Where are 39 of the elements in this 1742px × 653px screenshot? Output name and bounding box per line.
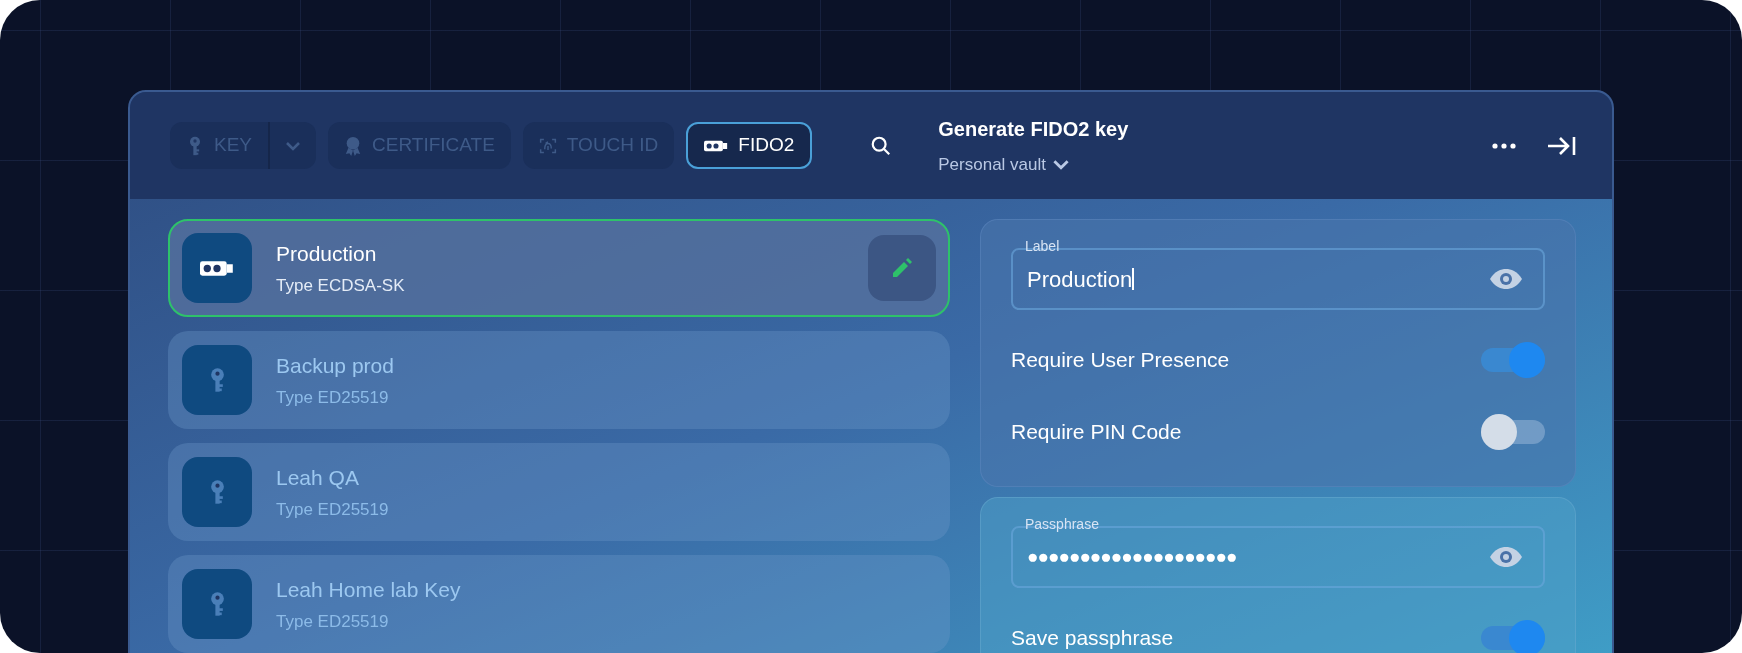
search-icon[interactable] [870,134,893,157]
tab[interactable]: FIDO2 [686,122,813,169]
badge-icon [344,135,363,156]
key-list-item[interactable]: Production Type ECDSA-SK [168,219,950,317]
toggle-switch[interactable] [1481,620,1545,653]
collapse-icon[interactable] [1546,134,1576,157]
key-type: Type ED25519 [276,499,389,521]
toggle-switch[interactable] [1481,414,1545,450]
field-value: Production [1027,265,1133,294]
key-name: Production [276,240,378,267]
chevron-down-icon [285,140,302,151]
more-icon[interactable] [1492,142,1516,149]
security-key-icon [200,259,234,277]
option-label: Save passphrase [1011,625,1174,652]
key-list-item[interactable]: Leah QA Type ED25519 [168,443,950,541]
field-value: ●●●●●●●●●●●●●●●●●●●● [1027,544,1237,569]
text-cursor [1132,268,1135,290]
edit-button[interactable] [868,235,936,301]
pencil-icon [891,257,913,279]
key-type: Type ED25519 [276,387,390,409]
vault-selector[interactable]: Personal vault [938,151,1129,178]
panel-title: Generate FIDO2 key [938,116,1129,142]
eye-icon[interactable] [1489,268,1523,290]
key-icon [208,367,226,393]
security-key-icon [704,139,729,152]
key-type: Type ED25519 [276,611,390,633]
key-list-item[interactable]: Leah Home lab Key Type ED25519 [168,555,950,653]
key-icon [208,591,226,617]
key-name: Leah Home lab Key [276,576,461,603]
option-label: Require User Presence [1011,347,1230,374]
key-icon [208,479,226,505]
key-type: Type ECDSA-SK [276,275,405,297]
option-label: Require PIN Code [1011,419,1182,446]
key-name: Leah QA [276,464,360,491]
chevron-down-icon [1052,159,1070,170]
key-list-item[interactable]: Backup prod Type ED25519 [168,331,950,429]
key-name: Backup prod [276,352,394,379]
eye-icon[interactable] [1489,546,1523,568]
toggle-switch[interactable] [1481,342,1545,378]
